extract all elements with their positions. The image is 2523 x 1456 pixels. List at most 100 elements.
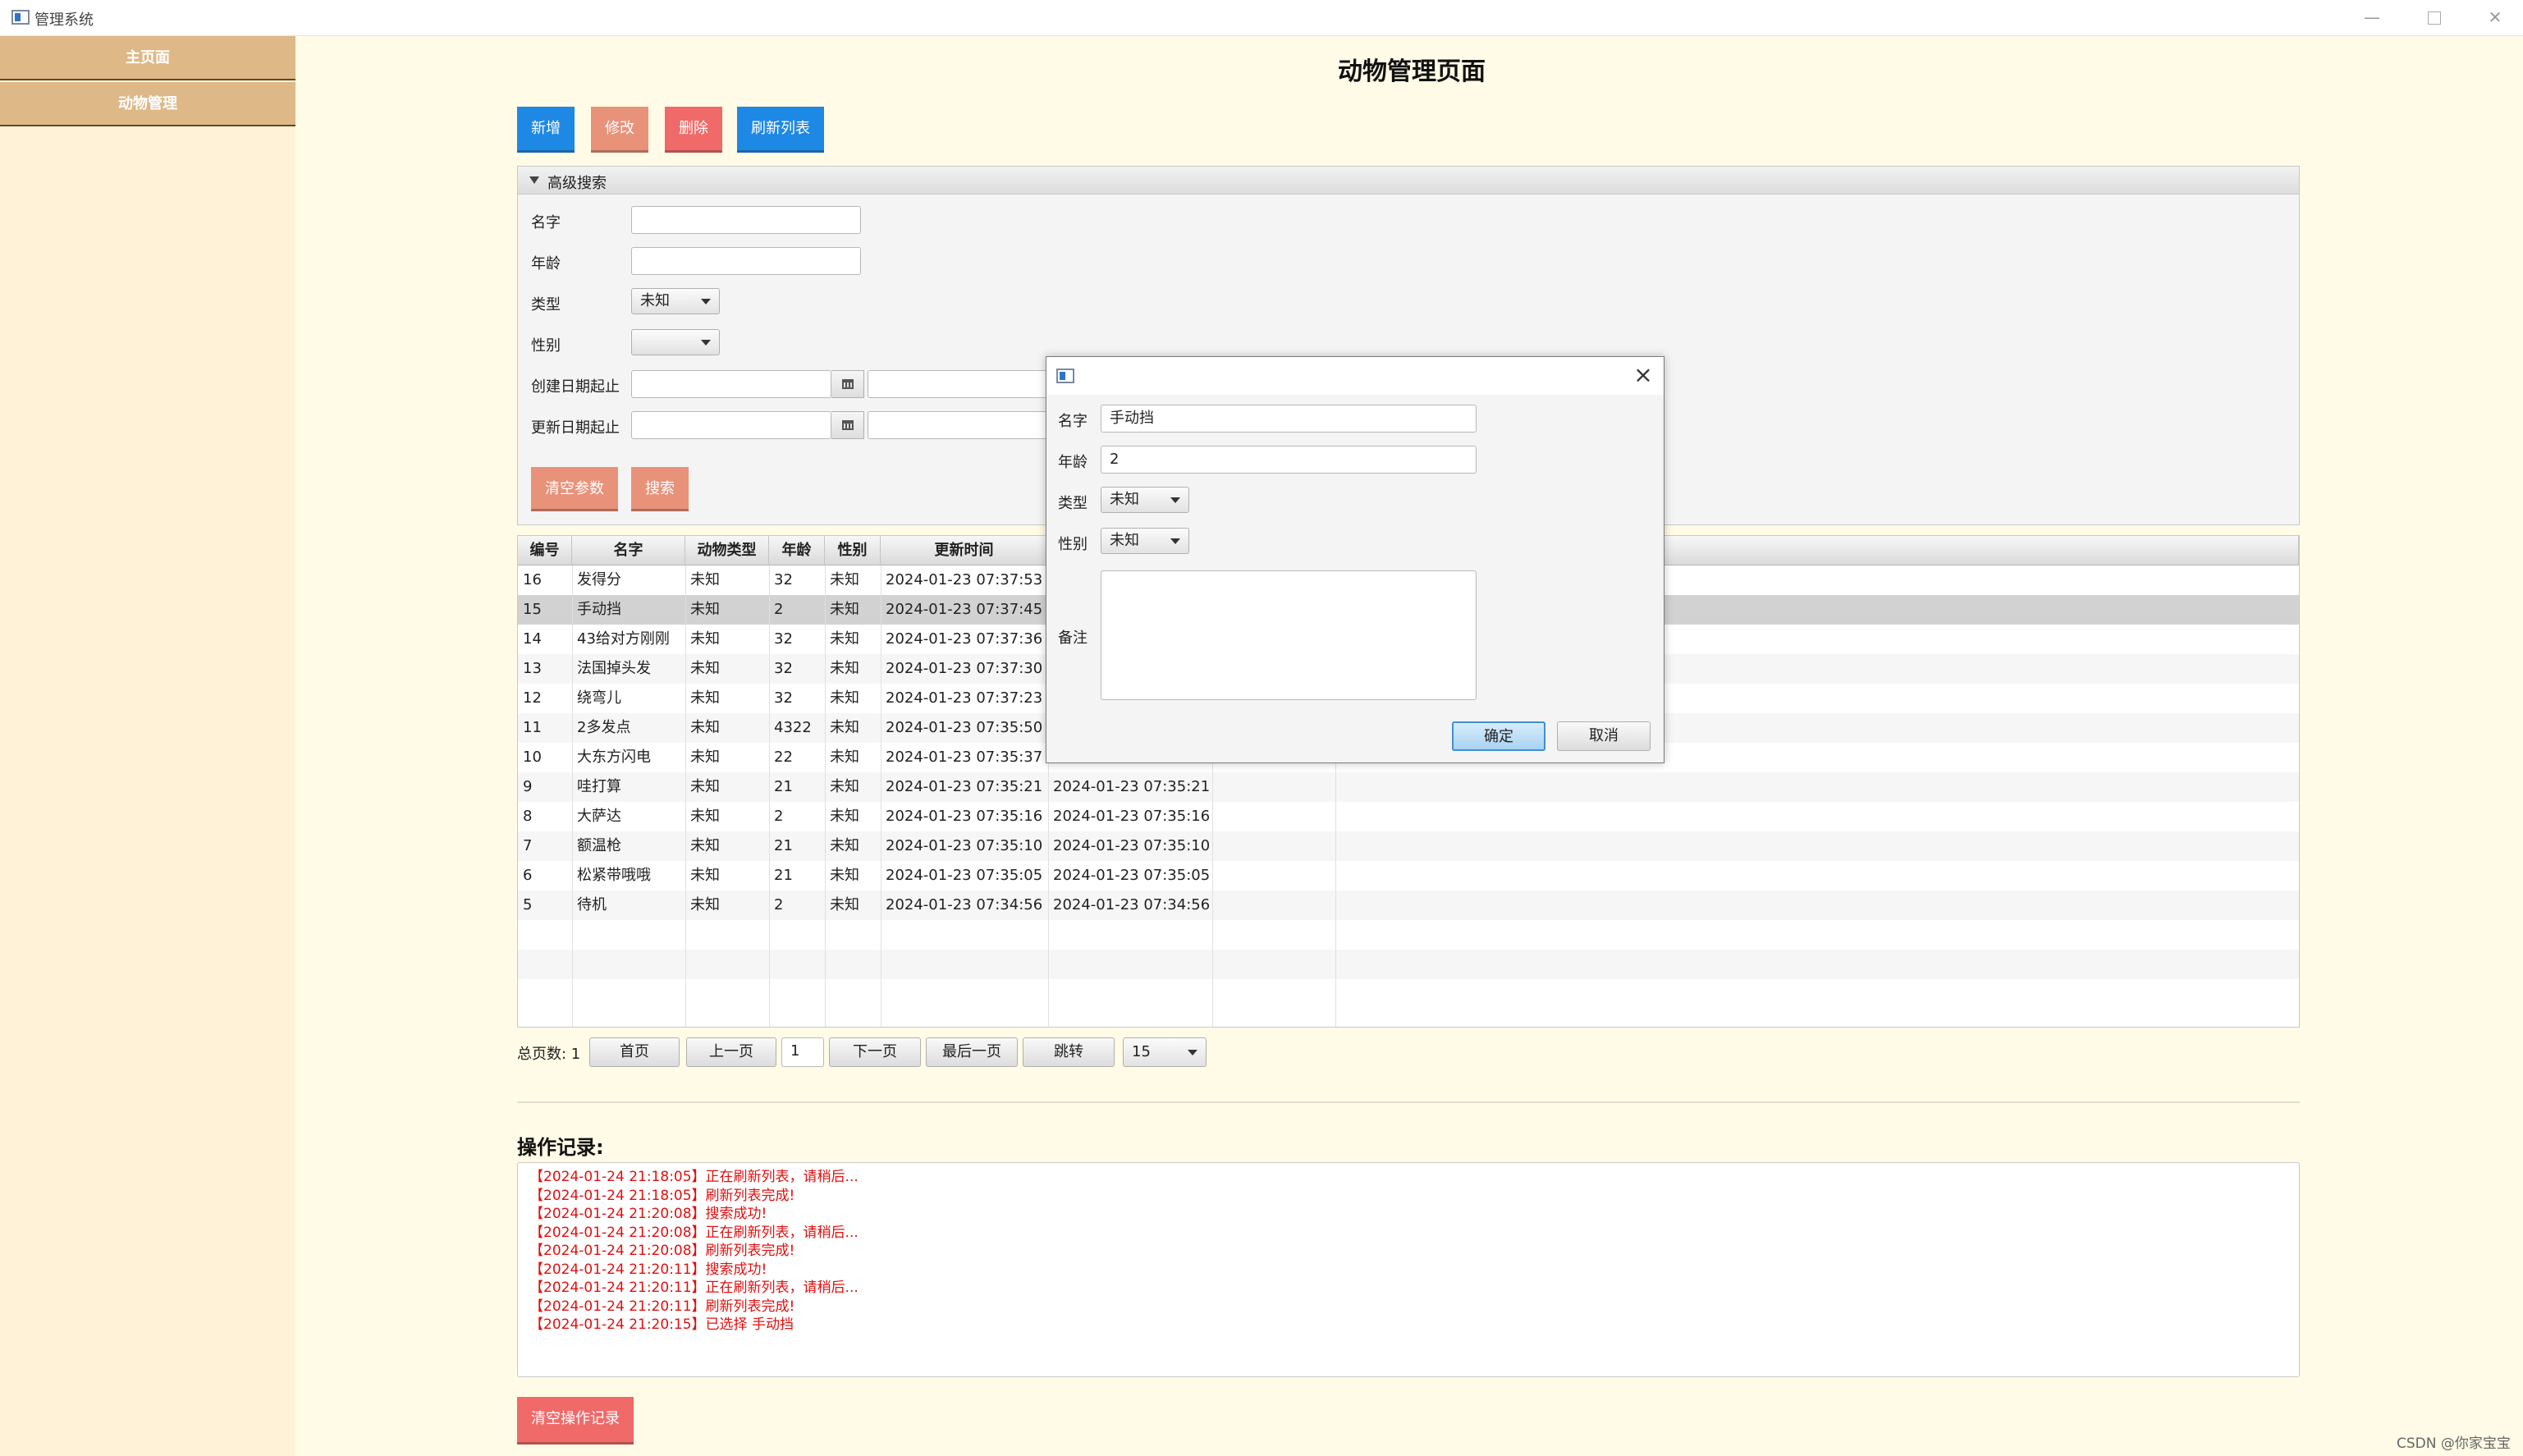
page-size-select[interactable]: 15 xyxy=(1123,1037,1207,1067)
created-start-date-input[interactable] xyxy=(631,370,831,398)
cell-type: 未知 xyxy=(690,808,720,825)
col-header-name[interactable]: 名字 xyxy=(572,536,685,565)
sidebar-item-animal-management[interactable]: 动物管理 xyxy=(0,82,295,126)
column-divider xyxy=(825,565,826,1027)
first-page-button[interactable]: 首页 xyxy=(589,1037,680,1067)
cell-id: 15 xyxy=(523,601,542,618)
operation-log-title: 操作记录: xyxy=(517,1136,604,1159)
cell-gender: 未知 xyxy=(830,660,859,677)
window-title: 管理系统 xyxy=(34,11,94,29)
chevron-down-icon xyxy=(1170,497,1180,503)
chevron-down-icon xyxy=(1170,538,1180,544)
created-end-date-input[interactable] xyxy=(868,370,1048,398)
search-gender-select[interactable] xyxy=(631,329,720,355)
table-row[interactable]: 5 待机 未知 2 未知 2024-01-23 07:34:56 2024-01-23 07… xyxy=(518,891,2299,920)
cell-age: 21 xyxy=(774,867,793,884)
cell-type: 未知 xyxy=(690,571,720,588)
next-page-button[interactable]: 下一页 xyxy=(829,1037,921,1067)
jump-button[interactable]: 跳转 xyxy=(1023,1037,1115,1067)
search-age-input[interactable] xyxy=(631,247,861,275)
dialog-age-input[interactable]: 2 xyxy=(1101,446,1477,474)
col-header-gender[interactable]: 性别 xyxy=(825,536,881,565)
log-line: 【2024-01-24 21:20:11】刷新列表完成! xyxy=(529,1298,795,1315)
close-window-icon[interactable]: ✕ xyxy=(2479,5,2512,30)
updated-end-date-input[interactable] xyxy=(868,411,1048,439)
col-header-updated[interactable]: 更新时间 xyxy=(881,536,1048,565)
cell-type: 未知 xyxy=(690,660,720,677)
cell-type: 未知 xyxy=(690,896,720,913)
dialog-gender-value: 未知 xyxy=(1110,532,1139,549)
cell-id: 16 xyxy=(523,571,542,588)
cancel-button[interactable]: 取消 xyxy=(1557,721,1651,751)
table-row[interactable]: 6 松紧带哦哦 未知 21 未知 2024-01-23 07:35:05 2024-01-2… xyxy=(518,861,2299,891)
cell-created: 2024-01-23 07:35:21 xyxy=(1053,778,1211,795)
dialog-type-select[interactable]: 未知 xyxy=(1101,487,1189,513)
table-row-empty[interactable] xyxy=(518,950,2299,979)
search-button[interactable]: 搜索 xyxy=(631,467,689,511)
col-header-type[interactable]: 动物类型 xyxy=(685,536,769,565)
refresh-list-button[interactable]: 刷新列表 xyxy=(737,107,824,153)
table-row-empty[interactable] xyxy=(518,979,2299,1009)
cell-gender: 未知 xyxy=(830,808,859,825)
cell-id: 12 xyxy=(523,689,542,707)
cell-age: 32 xyxy=(774,660,793,677)
dialog-gender-label: 性别 xyxy=(1058,536,1088,553)
cell-name: 大萨达 xyxy=(577,808,621,825)
last-page-button[interactable]: 最后一页 xyxy=(926,1037,1018,1067)
page-number-input[interactable]: 1 xyxy=(781,1037,824,1067)
add-button[interactable]: 新增 xyxy=(517,107,575,153)
col-header-id[interactable]: 编号 xyxy=(518,536,572,565)
cell-name: 发得分 xyxy=(577,571,621,588)
clear-log-button[interactable]: 清空操作记录 xyxy=(517,1397,634,1445)
search-name-input[interactable] xyxy=(631,206,861,234)
prev-page-button[interactable]: 上一页 xyxy=(686,1037,776,1067)
section-divider xyxy=(517,1101,2300,1103)
chevron-down-icon xyxy=(701,340,711,346)
cell-age: 32 xyxy=(774,571,793,588)
search-gender-label: 性别 xyxy=(531,337,561,355)
table-row[interactable]: 8 大萨达 未知 2 未知 2024-01-23 07:35:16 2024-01-23 0… xyxy=(518,802,2299,831)
log-line: 【2024-01-24 21:20:08】正在刷新列表，请稍后... xyxy=(529,1224,859,1241)
table-row[interactable]: 9 哇打算 未知 21 未知 2024-01-23 07:35:21 2024-01-23 … xyxy=(518,772,2299,802)
calendar-icon[interactable] xyxy=(831,370,864,398)
table-row[interactable]: 7 额温枪 未知 21 未知 2024-01-23 07:35:10 2024-01-23 … xyxy=(518,831,2299,861)
app-icon xyxy=(1056,369,1074,383)
cell-name: 额温枪 xyxy=(577,837,621,854)
cell-id: 8 xyxy=(523,808,533,825)
dialog-name-input[interactable]: 手动挡 xyxy=(1101,405,1477,433)
operation-log-area[interactable]: 【2024-01-24 21:18:05】正在刷新列表，请稍后... 【2024-… xyxy=(517,1162,2300,1377)
maximize-icon[interactable] xyxy=(2418,5,2451,30)
cell-updated: 2024-01-23 07:34:56 xyxy=(886,896,1043,913)
page-title: 动物管理页面 xyxy=(1338,57,1486,86)
clear-params-button[interactable]: 清空参数 xyxy=(531,467,618,511)
log-line: 【2024-01-24 21:20:15】已选择 手动挡 xyxy=(529,1316,794,1333)
cell-gender: 未知 xyxy=(830,867,859,884)
edit-button[interactable]: 修改 xyxy=(591,107,648,153)
cell-created: 2024-01-23 07:35:10 xyxy=(1053,837,1211,854)
cell-type: 未知 xyxy=(690,601,720,618)
cell-age: 2 xyxy=(774,896,784,913)
sidebar-item-home[interactable]: 主页面 xyxy=(0,36,295,80)
log-line: 【2024-01-24 21:20:11】正在刷新列表，请稍后... xyxy=(529,1280,859,1296)
updated-start-date-input[interactable] xyxy=(631,411,831,439)
minimize-icon[interactable]: — xyxy=(2356,5,2388,30)
col-header-age[interactable]: 年龄 xyxy=(769,536,825,565)
cell-type: 未知 xyxy=(690,867,720,884)
calendar-icon[interactable] xyxy=(831,411,864,439)
cell-age: 32 xyxy=(774,689,793,707)
delete-button[interactable]: 删除 xyxy=(665,107,722,153)
table-row-empty[interactable] xyxy=(518,920,2299,950)
dialog-gender-select[interactable]: 未知 xyxy=(1101,528,1189,554)
cell-name: 大东方闪电 xyxy=(577,749,651,766)
expand-arrow-icon[interactable] xyxy=(529,176,539,184)
chevron-down-icon xyxy=(1188,1050,1197,1055)
close-icon[interactable]: × xyxy=(1631,364,1655,388)
cell-type: 未知 xyxy=(690,749,720,766)
search-type-value: 未知 xyxy=(640,292,670,309)
advanced-search-header[interactable]: 高级搜索 xyxy=(518,167,2299,195)
cell-gender: 未知 xyxy=(830,896,859,913)
confirm-button[interactable]: 确定 xyxy=(1452,721,1545,751)
dialog-remark-textarea[interactable] xyxy=(1101,570,1477,700)
search-type-select[interactable]: 未知 xyxy=(631,288,720,314)
cell-id: 13 xyxy=(523,660,542,677)
